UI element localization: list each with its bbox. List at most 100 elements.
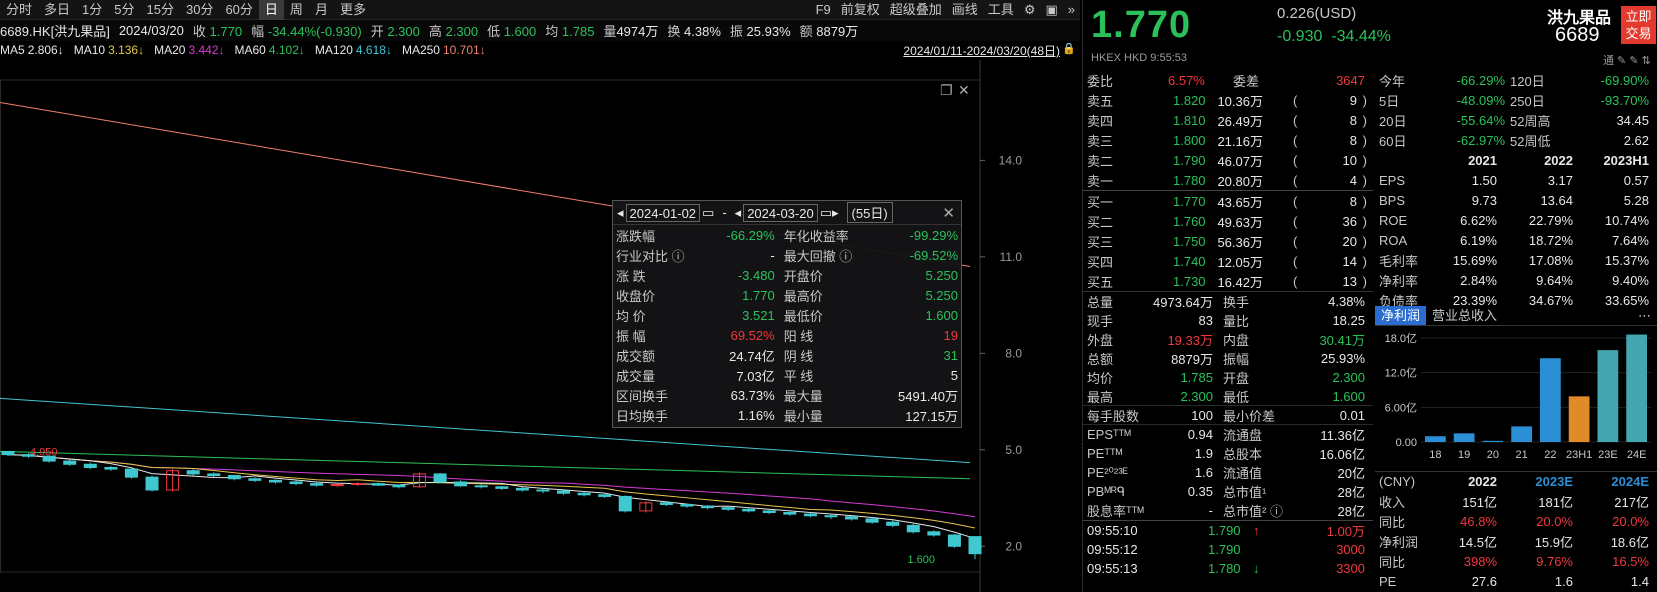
period-tab-6[interactable]: 60分 — [219, 0, 258, 20]
order-book: 委比 6.57% 委差 3647 卖五 1.820 10.36万 (9) 卖四 1.810 26.4… — [1083, 70, 1373, 578]
detail-row: PBᴹᴿᑫ 0.35 总市值¹ 28亿 — [1083, 482, 1373, 501]
detail-value: 0.94 — [1187, 427, 1213, 442]
toolbar-tool-2[interactable]: 超级叠加 — [885, 0, 947, 20]
candle-body — [433, 473, 447, 483]
period-tab-1[interactable]: 多日 — [38, 0, 76, 20]
paren-open: ( — [1293, 112, 1298, 128]
tab-revenue[interactable]: 营业总收入 — [1426, 306, 1503, 325]
bids-level[interactable]: 买三 1.750 56.36万 (20) — [1083, 231, 1373, 251]
bids-level[interactable]: 买一 1.770 43.65万 (8) — [1083, 191, 1373, 211]
forecast-row: PE 27.6 1.6 1.4 — [1375, 571, 1657, 591]
detail-label: PBᴹᴿᑫ — [1087, 483, 1126, 499]
period-tab-4[interactable]: 15分 — [141, 0, 180, 20]
toolbar-tool-0[interactable]: F9 — [811, 0, 836, 20]
level-volume: 20.80万 — [1217, 173, 1263, 189]
prev-arrow-icon[interactable]: ◂ — [617, 205, 624, 221]
detail-value: - — [1208, 503, 1213, 518]
bids-level[interactable]: 买五 1.730 16.42万 (13) — [1083, 271, 1373, 291]
quote-tools[interactable]: 通 ✎ ✎ ⇅ — [1603, 52, 1651, 68]
next-arrow-icon[interactable]: ▸ — [832, 205, 839, 221]
detail-value: 25.93% — [1320, 351, 1365, 366]
from-calendar-icon[interactable]: ▭ — [702, 205, 714, 221]
period-tab-7[interactable]: 日 — [258, 0, 284, 20]
from-date-field[interactable]: 2024-01-02 — [625, 203, 701, 222]
popup-row: 成交额 24.74亿阴 线 31 — [613, 345, 961, 365]
bids-level[interactable]: 买四 1.740 12.05万 (14) — [1083, 251, 1373, 271]
forecast-value: 181亿 — [1538, 494, 1573, 510]
popup-label: 平 线 — [783, 368, 814, 384]
popup-row: 日均换手 1.16% 最小量 127.15万 — [613, 405, 961, 425]
paren-open: ( — [1293, 172, 1298, 188]
ma-label: MA10 — [73, 43, 106, 57]
maximize-icon[interactable]: ❐ — [940, 82, 953, 98]
to-calendar-icon[interactable]: ▭ — [820, 205, 832, 221]
popup-label: 最大回撤 ⓘ — [783, 248, 853, 264]
fin-label: ROE — [1379, 212, 1408, 228]
paren-open: ( — [1293, 213, 1298, 229]
ma-item-0: MA5 2.806↓ — [0, 43, 64, 57]
detail-label: PE²⁰²³ᴱ — [1087, 464, 1128, 480]
candle-body — [557, 490, 571, 494]
date-range-link[interactable]: 2024/01/11-2024/03/20(48日) — [903, 42, 1060, 59]
popup-value: 1.16% — [737, 407, 775, 423]
asks-level[interactable]: 卖一 1.780 20.80万 (4) — [1083, 170, 1373, 190]
asks-level[interactable]: 卖二 1.790 46.07万 (10) — [1083, 150, 1373, 170]
ma-label: MA5 — [0, 43, 25, 57]
tab-net-profit[interactable]: 净利润 — [1375, 306, 1427, 325]
toolbar-tool-1[interactable]: 前复权 — [836, 0, 885, 20]
candle-body — [310, 483, 324, 486]
settings-gear-icon[interactable]: ⚙ — [1019, 0, 1041, 20]
fin-label: 毛利率 — [1379, 253, 1419, 269]
level-price: 1.820 — [1173, 92, 1206, 108]
perf-label: 5日 — [1379, 93, 1400, 109]
detail-label: 换手 — [1223, 295, 1250, 310]
forecast-year: 2024E — [1611, 474, 1649, 489]
trade-now-button[interactable]: 立即交易 — [1621, 6, 1656, 44]
level-price: 1.760 — [1173, 213, 1206, 229]
period-tab-2[interactable]: 1分 — [76, 0, 108, 20]
popup-value: 63.73% — [730, 387, 775, 403]
forecast-value: 46.8% — [1460, 513, 1497, 529]
candlestick-chart[interactable]: 14.0 11.0 8.0 5.0 2.0 ❐ ✕ 4.950 1.600 ◂ 2024-01-… — [0, 60, 1080, 592]
mid-arrow-icon[interactable]: ◂ — [735, 205, 742, 221]
close-icon[interactable]: ✕ — [942, 204, 955, 222]
detail-label: PEᵀᵀᴹ — [1087, 446, 1123, 461]
fin-row: EPS 1.50 3.17 0.57 — [1375, 170, 1657, 190]
lock-icon[interactable]: 🔒 — [1062, 42, 1076, 55]
period-tab-5[interactable]: 30分 — [180, 0, 219, 20]
ratio-label: 委比 — [1087, 73, 1114, 89]
popup-label: 最低价 — [783, 308, 823, 324]
popup-label: 年化收益率 — [783, 228, 849, 244]
perf-value: -93.70% — [1600, 92, 1649, 108]
toolbar-tool-3[interactable]: 画线 — [947, 0, 983, 20]
tick-direction-icon: ↓ — [1253, 561, 1260, 576]
asks-level[interactable]: 卖四 1.810 26.49万 (8) — [1083, 110, 1373, 130]
level-label: 卖三 — [1087, 133, 1114, 149]
toolbar-tool-4[interactable]: 工具 — [983, 0, 1019, 20]
last-low-label: 1.600 — [907, 554, 935, 566]
level-label: 买四 — [1087, 254, 1114, 270]
display-icon[interactable]: ▣ — [1040, 0, 1062, 20]
tick-volume: 1.00万 — [1326, 524, 1365, 539]
ma-item-2: MA20 3.442↓ — [154, 43, 224, 57]
candle-body — [474, 485, 488, 488]
expand-icon[interactable]: » — [1063, 0, 1080, 20]
detail-value: 18.25 — [1332, 313, 1365, 328]
chart-close-icon[interactable]: ✕ — [958, 82, 970, 98]
detail-label: 总额 — [1087, 352, 1114, 367]
asks-level[interactable]: 卖三 1.800 21.16万 (8) — [1083, 130, 1373, 150]
period-tab-8[interactable]: 周 — [284, 0, 309, 20]
period-tab-3[interactable]: 5分 — [108, 0, 140, 20]
period-tab-0[interactable]: 分时 — [0, 0, 38, 20]
candle-body — [865, 518, 879, 523]
popup-value: -3.480 — [737, 267, 775, 283]
period-tab-9[interactable]: 月 — [309, 0, 334, 20]
period-tab-10[interactable]: 更多 — [334, 0, 372, 20]
fin-year: 2021 — [1468, 152, 1497, 168]
fin-value: 15.69% — [1452, 252, 1497, 268]
bids-level[interactable]: 买二 1.760 49.63万 (36) — [1083, 211, 1373, 231]
asks-level[interactable]: 卖五 1.820 10.36万 (9) — [1083, 90, 1373, 110]
to-date-field[interactable]: 2024-03-20 — [743, 203, 818, 222]
more-icon[interactable]: ⋯ — [1632, 306, 1657, 325]
candle-body — [371, 483, 385, 486]
